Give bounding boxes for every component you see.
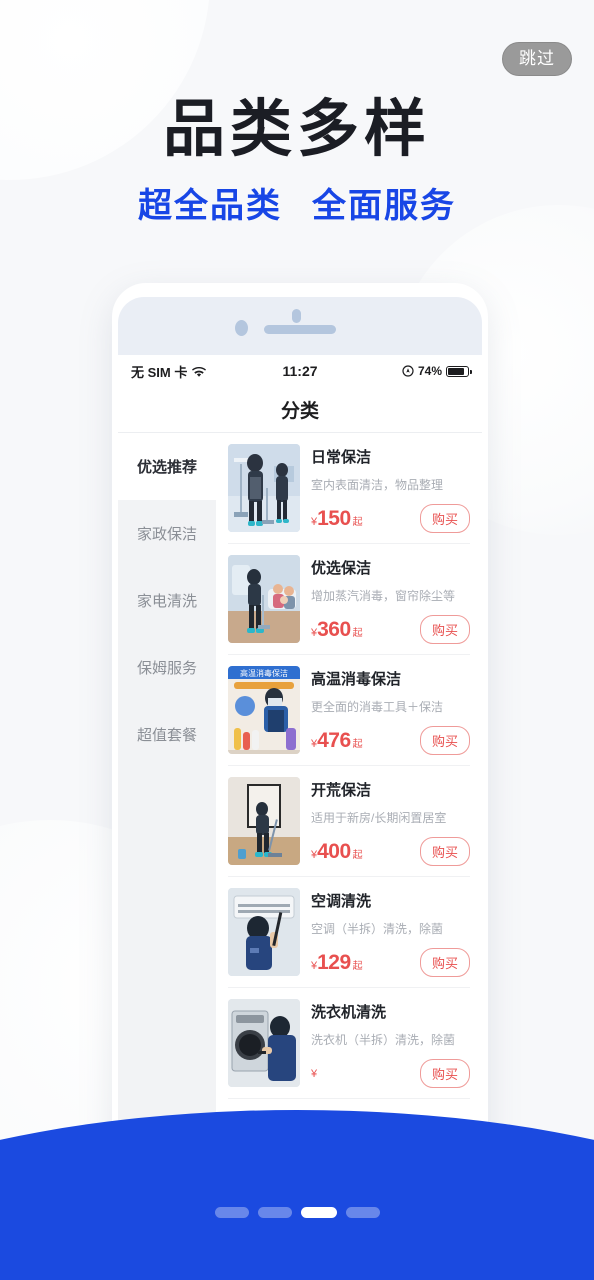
product-info: 日常保洁 室内表面清洁，物品整理 ¥ 150 起 购买: [311, 444, 470, 533]
speaker-grille: [264, 325, 336, 334]
pagination-dot-1[interactable]: [214, 1207, 249, 1218]
sidebar-item-recommended[interactable]: 优选推荐: [118, 433, 216, 500]
disinfection-cleaning-photo: 高温消毒保洁: [228, 666, 300, 754]
phone-screen: 无 SIM 卡 11:27 74% 分类 优选推荐 家政保洁 家电清洗 保姆服务…: [118, 355, 482, 1173]
category-sidebar: 优选推荐 家政保洁 家电清洗 保姆服务 超值套餐: [118, 433, 216, 1173]
sidebar-item-appliance-cleaning[interactable]: 家电清洗: [118, 567, 216, 634]
price-unit: 起: [352, 738, 363, 750]
washer-cleaning-photo: [228, 999, 300, 1087]
product-price: ¥ 476 起: [311, 729, 420, 753]
list-item[interactable]: 优选保洁 增加蒸汽消毒，窗帘除尘等 ¥ 360 起 购买: [228, 544, 470, 655]
product-list: 日常保洁 室内表面清洁，物品整理 ¥ 150 起 购买 优选保洁 增加蒸汽消毒，…: [216, 433, 482, 1173]
product-price: ¥ 400 起: [311, 840, 420, 864]
product-title: 高温消毒保洁: [311, 671, 402, 688]
product-info: 开荒保洁 适用于新房/长期闲置居室 ¥ 400 起 购买: [311, 777, 470, 866]
list-item[interactable]: 空调清洗 空调（半拆）清洗，除菌 ¥ 129 起 购买: [228, 877, 470, 988]
buy-button[interactable]: 购买: [419, 1059, 470, 1088]
buy-button[interactable]: 购买: [419, 948, 470, 977]
product-title: 洗衣机清洗: [311, 1004, 387, 1021]
carrier-label: 无 SIM 卡: [131, 364, 188, 380]
page-subtitle: 超全品类 全面服务: [0, 178, 594, 227]
battery-icon: [446, 365, 472, 377]
product-title: 日常保洁: [311, 449, 372, 466]
skip-button[interactable]: 跳过: [502, 42, 572, 76]
product-price: ¥ 150 起: [311, 507, 420, 531]
price-amount: 476: [317, 728, 351, 752]
price-amount: 150: [317, 506, 351, 530]
sensor-dot: [292, 309, 301, 323]
list-item[interactable]: 洗衣机清洗 洗衣机（半拆）清洗，除菌 ¥ 购买: [228, 988, 470, 1099]
currency-symbol: ¥: [311, 1067, 318, 1080]
product-description: 室内表面清洁，物品整理: [311, 478, 444, 492]
nav-title: 分类: [118, 387, 482, 433]
buy-button[interactable]: 购买: [419, 615, 470, 644]
sidebar-item-value-package[interactable]: 超值套餐: [118, 701, 216, 768]
location-icon: [402, 365, 414, 377]
subtitle-right: 全面服务: [312, 187, 456, 225]
product-info: 洗衣机清洗 洗衣机（半拆）清洗，除菌 ¥ 购买: [311, 999, 470, 1088]
product-title: 开荒保洁: [311, 782, 372, 799]
list-item[interactable]: 开荒保洁 适用于新房/长期闲置居室 ¥ 400 起 购买: [228, 766, 470, 877]
status-bar: 无 SIM 卡 11:27 74%: [118, 355, 482, 387]
premium-cleaning-photo: [228, 555, 300, 643]
price-unit: 起: [352, 849, 363, 861]
product-info: 空调清洗 空调（半拆）清洗，除菌 ¥ 129 起 购买: [311, 888, 470, 977]
product-price-row: ¥ 400 起 购买: [311, 837, 470, 866]
product-description: 更全面的消毒工具＋保洁: [311, 700, 444, 714]
price-amount: 129: [317, 950, 351, 974]
pagination-dots: [0, 1207, 594, 1218]
price-unit: 起: [352, 627, 363, 639]
product-price: ¥ 129 起: [311, 951, 420, 975]
status-right: 74%: [318, 364, 472, 378]
list-item[interactable]: 日常保洁 室内表面清洁，物品整理 ¥ 150 起 购买: [228, 433, 470, 544]
battery-percent-label: 74%: [417, 364, 443, 378]
subtitle-left: 超全品类: [138, 187, 282, 225]
product-title: 空调清洗: [311, 893, 372, 910]
category-page: 优选推荐 家政保洁 家电清洗 保姆服务 超值套餐 日常保洁 室内表面清洁，物品整…: [118, 433, 482, 1173]
product-info: 优选保洁 增加蒸汽消毒，窗帘除尘等 ¥ 360 起 购买: [311, 555, 470, 644]
buy-button[interactable]: 购买: [419, 837, 470, 866]
pagination-dot-2[interactable]: [257, 1207, 292, 1218]
price-amount: 400: [317, 839, 351, 863]
product-title: 优选保洁: [311, 560, 372, 577]
bottom-wave-decoration: [0, 1110, 594, 1280]
svg-text:高温消毒保洁: 高温消毒保洁: [240, 668, 288, 678]
daily-cleaning-photo: [228, 444, 300, 532]
phone-mockup: 无 SIM 卡 11:27 74% 分类 优选推荐 家政保洁 家电清洗 保姆服务…: [112, 283, 488, 1173]
list-item[interactable]: 高温消毒保洁 高温消毒保洁 更全面的消毒工具＋保洁 ¥ 476 起 购买: [228, 655, 470, 766]
postconstruction-cleaning-photo: [228, 777, 300, 865]
product-description: 洗衣机（半拆）清洗，除菌: [311, 1033, 456, 1047]
product-price: ¥ 360 起: [311, 618, 420, 642]
product-price-row: ¥ 476 起 购买: [311, 726, 470, 755]
product-info: 高温消毒保洁 更全面的消毒工具＋保洁 ¥ 476 起 购买: [311, 666, 470, 755]
product-description: 适用于新房/长期闲置居室: [311, 811, 447, 825]
product-price-row: ¥ 360 起 购买: [311, 615, 470, 644]
product-price-row: ¥ 129 起 购买: [311, 948, 470, 977]
wifi-icon: [192, 366, 207, 377]
product-description: 空调（半拆）清洗，除菌: [311, 922, 444, 936]
price-amount: 360: [317, 617, 351, 641]
price-unit: 起: [352, 960, 363, 972]
pagination-dot-4[interactable]: [345, 1207, 380, 1218]
camera-icon: [235, 320, 248, 336]
clock-label: 11:27: [282, 363, 318, 379]
status-left: 无 SIM 卡: [131, 362, 282, 381]
product-price-row: ¥ 购买: [311, 1059, 470, 1088]
price-unit: 起: [352, 516, 363, 528]
product-price-row: ¥ 150 起 购买: [311, 504, 470, 533]
buy-button[interactable]: 购买: [419, 726, 470, 755]
onboarding-screen: 跳过 品类多样 超全品类 全面服务 无 SIM 卡 11:27 74% 分类 优…: [0, 0, 594, 1280]
product-price: ¥: [311, 1068, 420, 1080]
product-description: 增加蒸汽消毒，窗帘除尘等: [311, 589, 456, 603]
pagination-dot-3-active[interactable]: [300, 1207, 337, 1218]
sidebar-item-nanny-service[interactable]: 保姆服务: [118, 634, 216, 701]
page-title: 品类多样: [162, 95, 431, 164]
buy-button[interactable]: 购买: [419, 504, 470, 533]
sidebar-item-housekeeping[interactable]: 家政保洁: [118, 500, 216, 567]
aircon-cleaning-photo: [228, 888, 300, 976]
